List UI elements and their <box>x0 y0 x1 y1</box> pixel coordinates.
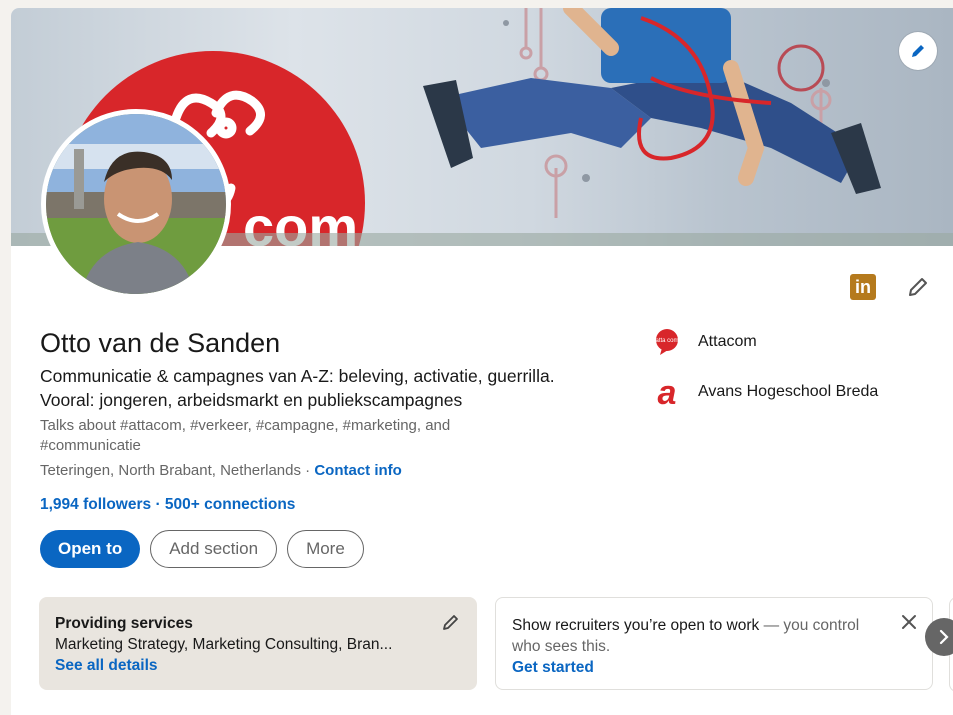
company-attacom[interactable]: atta com Attacom <box>654 326 878 358</box>
location-text: Teteringen, North Brabant, Netherlands <box>40 462 301 479</box>
profile-top-actions: in <box>850 274 930 300</box>
profile-action-buttons: Open to Add section More <box>40 530 364 568</box>
dismiss-button[interactable] <box>900 613 918 631</box>
svg-text:a: a <box>658 376 677 408</box>
attacom-logo-icon: atta com <box>655 329 679 355</box>
location-separator: · <box>300 462 315 479</box>
avans-logo-icon: a <box>658 376 677 408</box>
company-name: Attacom <box>698 333 757 350</box>
headline-line-1: Communicatie & campagnes van A-Z: belevi… <box>40 366 555 386</box>
linkedin-badge-icon[interactable]: in <box>850 274 876 300</box>
talks-about: Talks about #attacom, #verkeer, #campagn… <box>40 417 451 454</box>
profile-companies: atta com Attacom a Avans Hogeschool Bred… <box>654 326 878 426</box>
see-all-details-link[interactable]: See all details <box>55 655 461 676</box>
recruiter-text: Show recruiters you’re open to work — yo… <box>512 615 872 657</box>
profile-photo[interactable] <box>41 109 231 299</box>
edit-services-button[interactable] <box>441 612 461 632</box>
headline-line-2: Vooral: jongeren, arbeidsmarkt en publie… <box>40 390 463 410</box>
profile-location: Teteringen, North Brabant, Netherlands ·… <box>40 462 402 479</box>
pencil-icon <box>912 45 924 57</box>
company-avans[interactable]: a Avans Hogeschool Breda <box>654 376 879 408</box>
add-section-button[interactable]: Add section <box>150 530 278 568</box>
svg-text:atta com: atta com <box>655 338 678 344</box>
network-separator: · <box>151 496 165 513</box>
chevron-right-icon <box>939 629 949 645</box>
pencil-icon <box>909 278 927 296</box>
followers-link[interactable]: 1,994 followers <box>40 496 151 513</box>
services-list: Marketing Strategy, Marketing Consulting… <box>55 636 393 653</box>
recruiter-text-main: Show recruiters you’re open to work <box>512 617 760 634</box>
edit-intro-button[interactable] <box>906 275 930 299</box>
services-title: Providing services <box>55 615 193 632</box>
more-button[interactable]: More <box>287 530 364 568</box>
avatar-image <box>46 114 226 294</box>
providing-services-card[interactable]: Providing services Marketing Strategy, M… <box>39 597 477 690</box>
network-stats: 1,994 followers · 500+ connections <box>40 496 295 514</box>
profile-card: com in Otto van de Sanden Communicatie &… <box>11 8 953 715</box>
connections-link[interactable]: 500+ connections <box>165 496 296 513</box>
profile-name: Otto van de Sanden <box>40 328 281 358</box>
profile-headline: Communicatie & campagnes van A-Z: belevi… <box>40 364 640 412</box>
pencil-icon <box>443 615 458 630</box>
company-name: Avans Hogeschool Breda <box>698 383 879 400</box>
contact-info-link[interactable]: Contact info <box>314 462 402 479</box>
get-started-link[interactable]: Get started <box>512 657 916 678</box>
close-icon <box>902 615 916 629</box>
open-to-work-card[interactable]: Show recruiters you’re open to work — yo… <box>495 597 933 690</box>
open-to-button[interactable]: Open to <box>40 530 141 568</box>
edit-banner-button[interactable] <box>899 32 937 70</box>
